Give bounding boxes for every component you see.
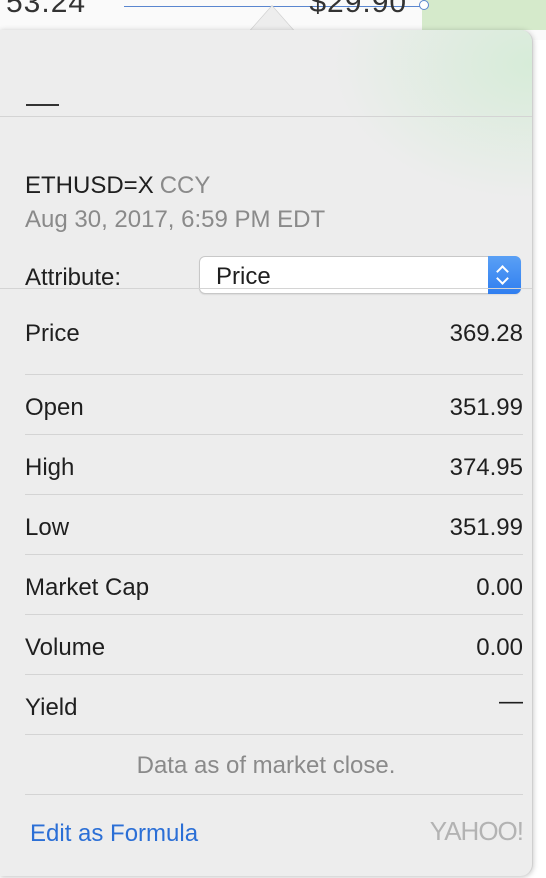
row-divider: [25, 614, 523, 615]
attribute-selected-value: Price: [216, 263, 271, 290]
field-label: Open: [25, 394, 84, 421]
header-dash: [26, 104, 59, 106]
edit-as-formula-link[interactable]: Edit as Formula: [30, 820, 198, 848]
yahoo-logo: YAHOO!: [429, 816, 524, 846]
field-row-high: High 374.95: [25, 450, 523, 490]
quote-timestamp: Aug 30, 2017, 6:59 PM EDT: [25, 206, 326, 233]
field-label: Market Cap: [25, 574, 150, 601]
popover-arrow: [250, 6, 294, 31]
field-row-low: Low 351.99: [25, 510, 523, 550]
field-row-open: Open 351.99: [25, 390, 523, 430]
separator: [0, 116, 532, 117]
quote-symbol-line: ETHUSD=X CCY: [25, 172, 210, 200]
row-divider: [25, 794, 523, 795]
row-divider: [25, 374, 523, 375]
field-row-market-cap: Market Cap 0.00: [25, 570, 523, 610]
row-divider: [25, 734, 523, 735]
separator: [0, 288, 532, 289]
spreadsheet-cell-left[interactable]: 53.24: [6, 0, 86, 20]
field-value: 369.28: [449, 320, 523, 347]
quote-symbol: ETHUSD=X: [25, 172, 154, 199]
stock-quote-popover: ETHUSD=X CCY Aug 30, 2017, 6:59 PM EDT At…: [0, 30, 533, 876]
field-label: Yield: [25, 694, 78, 721]
field-value: 351.99: [449, 514, 523, 541]
field-row-price: Price 369.28: [25, 316, 523, 356]
popover-tint: [332, 30, 532, 200]
row-divider: [25, 554, 523, 555]
field-row-yield: Yield —: [25, 688, 523, 730]
market-close-note: Data as of market close.: [136, 752, 396, 779]
field-value: 374.95: [449, 454, 523, 481]
field-label: Price: [25, 320, 80, 347]
field-label: Volume: [25, 634, 106, 661]
row-divider: [25, 674, 523, 675]
spreadsheet-highlighted-cell[interactable]: [422, 0, 546, 30]
field-row-volume: Volume 0.00: [25, 630, 523, 670]
selection-handle[interactable]: [419, 0, 429, 10]
spreadsheet-cell-right[interactable]: $29.90: [300, 0, 407, 20]
field-label: Low: [25, 514, 70, 541]
field-value: 351.99: [449, 394, 523, 421]
field-label: High: [25, 454, 75, 481]
field-value: —: [499, 688, 523, 715]
row-divider: [25, 434, 523, 435]
row-divider: [25, 494, 523, 495]
quote-type: CCY: [159, 172, 211, 199]
field-value: 0.00: [476, 634, 523, 661]
field-value: 0.00: [476, 574, 523, 601]
